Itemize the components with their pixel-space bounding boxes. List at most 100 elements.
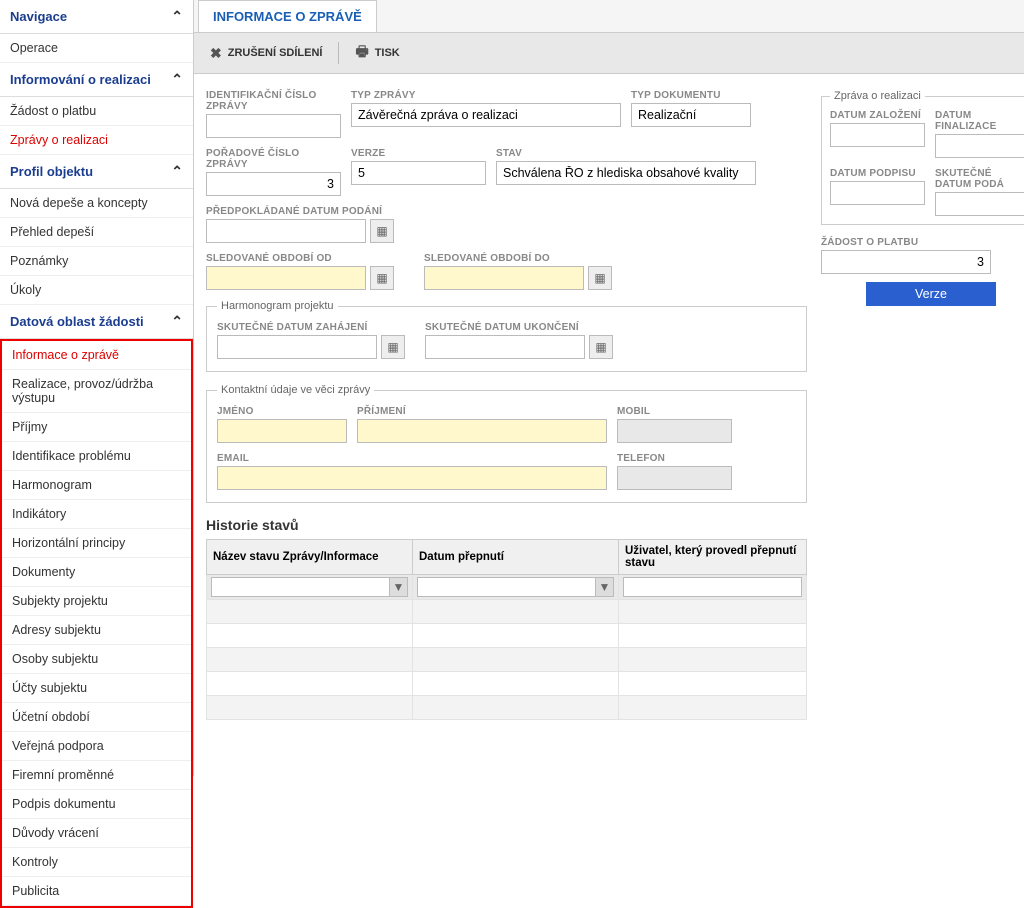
fieldset-zprava-realizaci: Zpráva o realizaci DATUM ZALOŽENÍ DATUM … <box>821 90 1024 225</box>
cancel-share-button[interactable]: ✖ ZRUŠENÍ SDÍLENÍ <box>202 41 330 66</box>
label-typ-dokumentu: TYP DOKUMENTU <box>631 90 751 101</box>
typ-dokumentu-input[interactable] <box>631 103 751 127</box>
sidebar-item-dokumenty[interactable]: Dokumenty <box>2 558 191 587</box>
skut-ukonceni-input[interactable] <box>425 335 585 359</box>
stav-input[interactable] <box>496 161 756 185</box>
calendar-icon[interactable]: ▦ <box>588 266 612 290</box>
calendar-icon[interactable]: ▦ <box>370 219 394 243</box>
typ-zpravy-input[interactable] <box>351 103 621 127</box>
sidebar-item-adresy[interactable]: Adresy subjektu <box>2 616 191 645</box>
label-typ-zpravy: TYP ZPRÁVY <box>351 90 621 101</box>
sidebar-item-kontroly[interactable]: Kontroly <box>2 848 191 877</box>
predpokladane-input[interactable] <box>206 219 366 243</box>
chevron-up-icon: ⌃ <box>171 71 183 88</box>
sidebar-item-nova-depese[interactable]: Nová depeše a koncepty <box>0 189 193 218</box>
sidebar-item-poznamky[interactable]: Poznámky <box>0 247 193 276</box>
email-input[interactable] <box>217 466 607 490</box>
filter-uzivatel-input[interactable] <box>623 577 802 597</box>
table-row[interactable] <box>207 600 807 624</box>
table-row[interactable] <box>207 648 807 672</box>
label-verze: VERZE <box>351 148 486 159</box>
history-title: Historie stavů <box>206 517 807 533</box>
id-zpravy-input[interactable] <box>206 114 341 138</box>
highlighted-section: Informace o zprávě Realizace, provoz/údr… <box>0 339 193 908</box>
label-predpokladane: PŘEDPOKLÁDANÉ DATUM PODÁNÍ <box>206 206 394 217</box>
sidebar-item-prijmy[interactable]: Příjmy <box>2 413 191 442</box>
calendar-icon[interactable]: ▦ <box>381 335 405 359</box>
sidebar-item-ucty[interactable]: Účty subjektu <box>2 674 191 703</box>
sidebar-item-osoby[interactable]: Osoby subjektu <box>2 645 191 674</box>
nav-header-label: Navigace <box>10 9 67 24</box>
sidebar-item-identifikace[interactable]: Identifikace problému <box>2 442 191 471</box>
label-sledovane-do: SLEDOVANÉ OBDOBÍ DO <box>424 253 612 264</box>
datum-zalozeni-input[interactable] <box>830 123 925 147</box>
label-stav: STAV <box>496 148 756 159</box>
toolbar-label: ZRUŠENÍ SDÍLENÍ <box>228 47 323 59</box>
filter-nazev-input[interactable] <box>211 577 390 597</box>
filter-icon[interactable]: ▼ <box>390 577 408 597</box>
sidebar-item-operace[interactable]: Operace <box>0 34 193 63</box>
sidebar-item-horizontalni[interactable]: Horizontální principy <box>2 529 191 558</box>
fieldset-harmonogram: Harmonogram projektu SKUTEČNÉ DATUM ZAHÁ… <box>206 300 807 372</box>
label-mobil: MOBIL <box>617 406 732 417</box>
cancel-icon: ✖ <box>210 45 222 62</box>
table-row[interactable] <box>207 672 807 696</box>
poradove-input[interactable] <box>206 172 341 196</box>
sidebar-item-podpis[interactable]: Podpis dokumentu <box>2 790 191 819</box>
legend-kontakt: Kontaktní údaje ve věci zprávy <box>217 384 374 396</box>
datum-finalizace-input[interactable] <box>935 134 1024 158</box>
sidebar-item-verejna[interactable]: Veřejná podpora <box>2 732 191 761</box>
verze-button[interactable]: Verze <box>866 282 996 306</box>
prijmeni-input[interactable] <box>357 419 607 443</box>
table-row[interactable] <box>207 696 807 720</box>
nav-header-label: Profil objektu <box>10 164 93 179</box>
sidebar-item-zadost-platbu[interactable]: Žádost o platbu <box>0 97 193 126</box>
mobil-input[interactable] <box>617 419 732 443</box>
label-datum-podpisu: DATUM PODPISU <box>830 168 925 179</box>
tab-informace[interactable]: INFORMACE O ZPRÁVĚ <box>198 0 377 32</box>
legend-zprava: Zpráva o realizaci <box>830 90 925 102</box>
filter-icon[interactable]: ▼ <box>596 577 614 597</box>
sledovane-do-input[interactable] <box>424 266 584 290</box>
sidebar-item-zpravy-realizaci[interactable]: Zprávy o realizaci <box>0 126 193 155</box>
nav-header-datova[interactable]: Datová oblast žádosti ⌃ <box>0 305 193 339</box>
sidebar-item-harmonogram[interactable]: Harmonogram <box>2 471 191 500</box>
telefon-input[interactable] <box>617 466 732 490</box>
datum-podpisu-input[interactable] <box>830 181 925 205</box>
sledovane-od-input[interactable] <box>206 266 366 290</box>
print-icon: 🖶 <box>355 41 368 65</box>
chevron-up-icon: ⌃ <box>171 313 183 330</box>
sidebar-item-indikatory[interactable]: Indikátory <box>2 500 191 529</box>
label-zadost-platbu: ŽÁDOST O PLATBU <box>821 237 1024 248</box>
divider <box>338 42 339 64</box>
label-skut-ukonceni: SKUTEČNÉ DATUM UKONČENÍ <box>425 322 613 333</box>
nav-header-informovani[interactable]: Informování o realizaci ⌃ <box>0 63 193 97</box>
table-row[interactable] <box>207 624 807 648</box>
sidebar-item-publicita[interactable]: Publicita <box>2 877 191 906</box>
sidebar-item-informace-zprave[interactable]: Informace o zprávě <box>2 341 191 370</box>
sidebar-item-subjekty[interactable]: Subjekty projektu <box>2 587 191 616</box>
nav-header-navigace[interactable]: Navigace ⌃ <box>0 0 193 34</box>
calendar-icon[interactable]: ▦ <box>589 335 613 359</box>
col-nazev[interactable]: Název stavu Zprávy/Informace <box>207 540 413 575</box>
jmeno-input[interactable] <box>217 419 347 443</box>
sidebar-item-ucetni[interactable]: Účetní období <box>2 703 191 732</box>
toolbar-label: TISK <box>375 47 400 59</box>
fieldset-kontakt: Kontaktní údaje ve věci zprávy JMÉNO PŘÍ… <box>206 384 807 503</box>
filter-datum-input[interactable] <box>417 577 596 597</box>
sidebar-item-duvody[interactable]: Důvody vrácení <box>2 819 191 848</box>
sidebar-item-ukoly[interactable]: Úkoly <box>0 276 193 305</box>
print-button[interactable]: 🖶 TISK <box>347 37 407 69</box>
skut-zahajeni-input[interactable] <box>217 335 377 359</box>
verze-input[interactable] <box>351 161 486 185</box>
col-uzivatel[interactable]: Uživatel, který provedl přepnutí stavu <box>619 540 807 575</box>
skutecne-datum-input[interactable] <box>935 192 1024 216</box>
nav-header-profil[interactable]: Profil objektu ⌃ <box>0 155 193 189</box>
zadost-platbu-input[interactable] <box>821 250 991 274</box>
label-email: EMAIL <box>217 453 607 464</box>
sidebar-item-realizace[interactable]: Realizace, provoz/údržba výstupu <box>2 370 191 413</box>
tab-bar: INFORMACE O ZPRÁVĚ <box>194 0 1024 33</box>
col-datum[interactable]: Datum přepnutí <box>413 540 619 575</box>
sidebar-item-prehled-depesi[interactable]: Přehled depeší <box>0 218 193 247</box>
calendar-icon[interactable]: ▦ <box>370 266 394 290</box>
